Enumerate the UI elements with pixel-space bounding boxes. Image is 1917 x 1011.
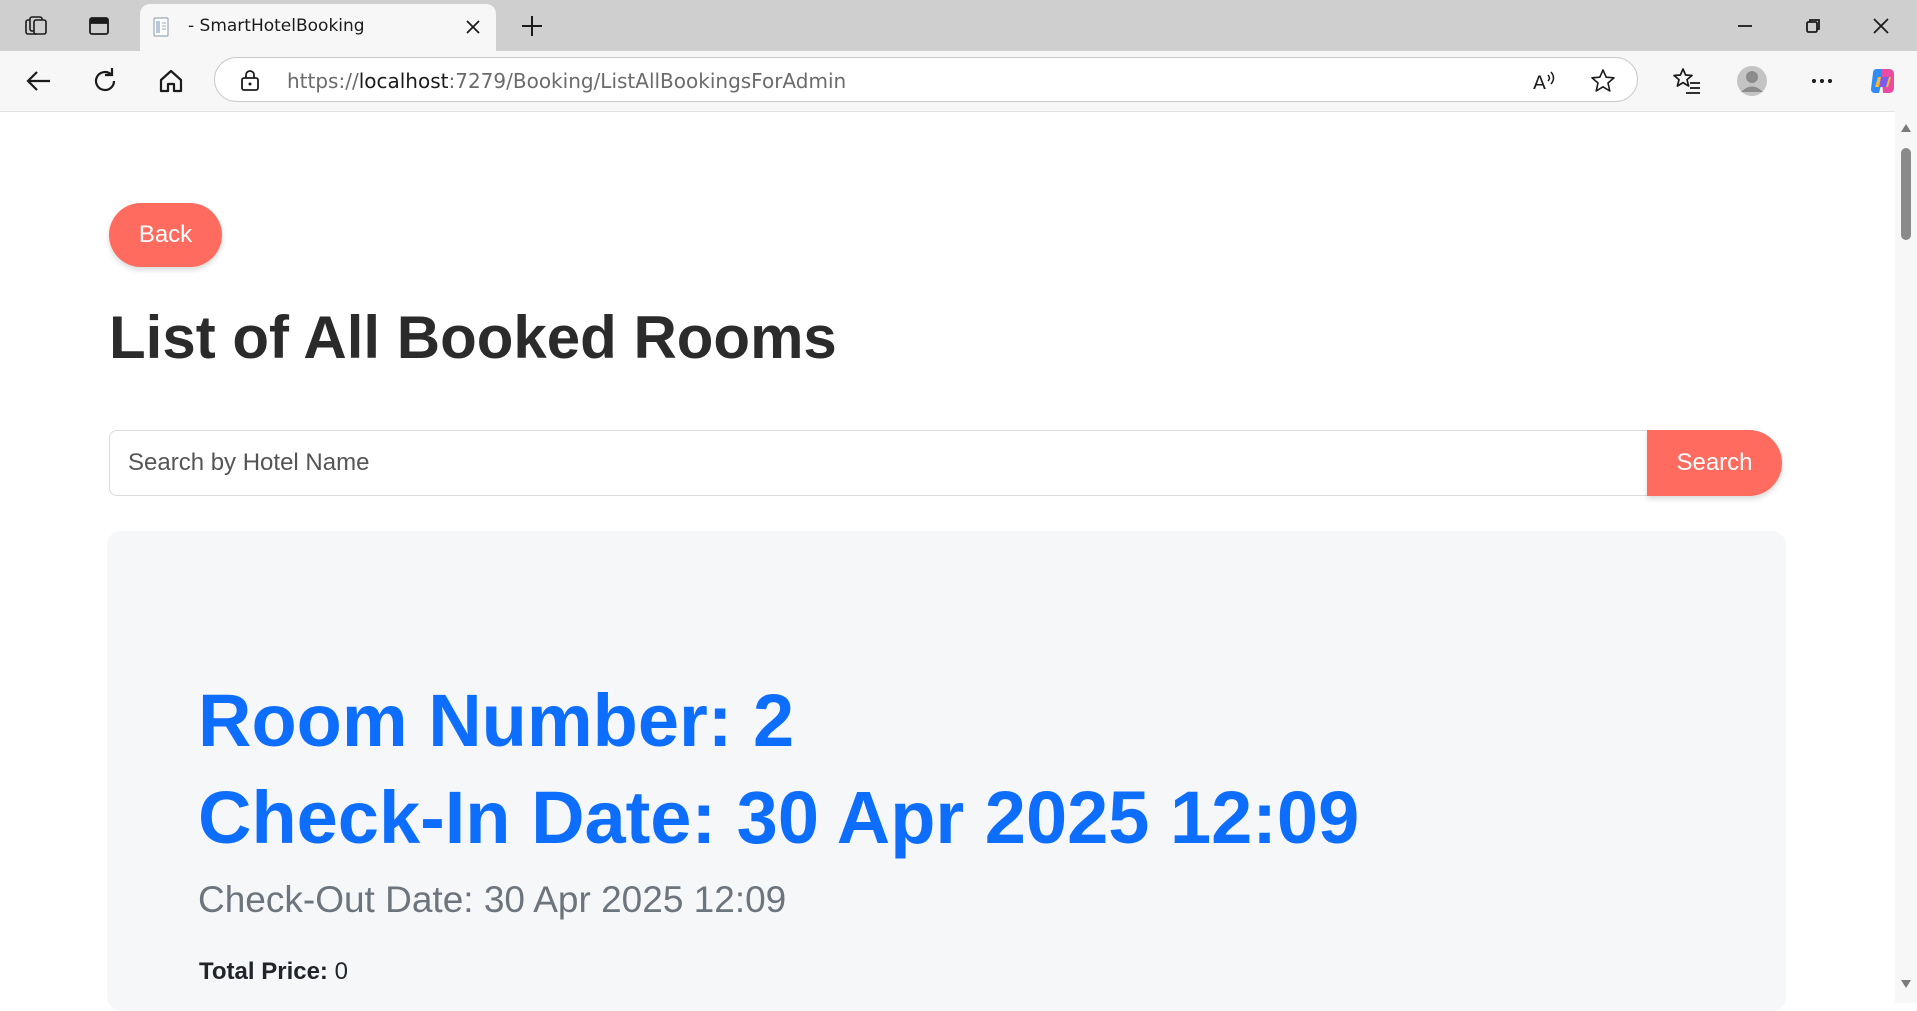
scroll-down-icon[interactable] (1900, 978, 1912, 990)
minimize-icon[interactable] (1731, 12, 1759, 40)
favorite-star-icon[interactable] (1590, 68, 1616, 94)
workspaces-icon[interactable] (22, 12, 50, 40)
address-bar[interactable]: https://localhost:7279/Booking/ListAllBo… (214, 57, 1638, 102)
profile-avatar-icon[interactable] (1736, 65, 1768, 97)
more-options-icon[interactable] (1806, 65, 1838, 97)
address-url[interactable]: https://localhost:7279/Booking/ListAllBo… (287, 69, 846, 93)
room-number-heading: Room Number: 2 (198, 679, 795, 762)
page-title: List of All Booked Rooms (109, 304, 837, 371)
total-price: Total Price: 0 (199, 958, 348, 986)
home-icon[interactable] (155, 65, 187, 97)
close-tab-icon[interactable] (462, 16, 484, 38)
search-button[interactable]: Search (1647, 430, 1782, 496)
active-tab[interactable]: - SmartHotelBooking (140, 4, 496, 51)
copilot-icon[interactable] (1867, 65, 1899, 97)
lock-icon[interactable] (239, 68, 261, 92)
svg-text:A: A (1533, 72, 1546, 94)
scrollbar-thumb[interactable] (1901, 148, 1911, 240)
close-window-icon[interactable] (1867, 12, 1895, 40)
scroll-up-icon[interactable] (1900, 122, 1912, 134)
vertical-scrollbar[interactable] (1895, 111, 1917, 1003)
browser-toolbar: https://localhost:7279/Booking/ListAllBo… (0, 51, 1917, 111)
tab-actions-icon[interactable] (85, 12, 113, 40)
tab-title: - SmartHotelBooking (188, 16, 365, 36)
check-out-text: Check-Out Date: 30 Apr 2025 12:09 (198, 879, 787, 920)
browser-tab-bar: - SmartHotelBooking (0, 0, 1917, 51)
read-aloud-icon[interactable]: A (1531, 68, 1557, 94)
back-arrow-icon[interactable] (23, 65, 55, 97)
total-price-label: Total Price: (199, 958, 328, 985)
favorites-list-icon[interactable] (1671, 65, 1703, 97)
back-button[interactable]: Back (109, 203, 222, 267)
total-price-value: 0 (334, 958, 348, 985)
booking-card (107, 531, 1786, 1011)
check-in-heading: Check-In Date: 30 Apr 2025 12:09 (198, 776, 1360, 859)
refresh-icon[interactable] (89, 65, 121, 97)
new-tab-icon[interactable] (518, 12, 546, 40)
search-input[interactable] (109, 430, 1649, 496)
page-favicon (151, 16, 173, 38)
restore-icon[interactable] (1799, 12, 1827, 40)
